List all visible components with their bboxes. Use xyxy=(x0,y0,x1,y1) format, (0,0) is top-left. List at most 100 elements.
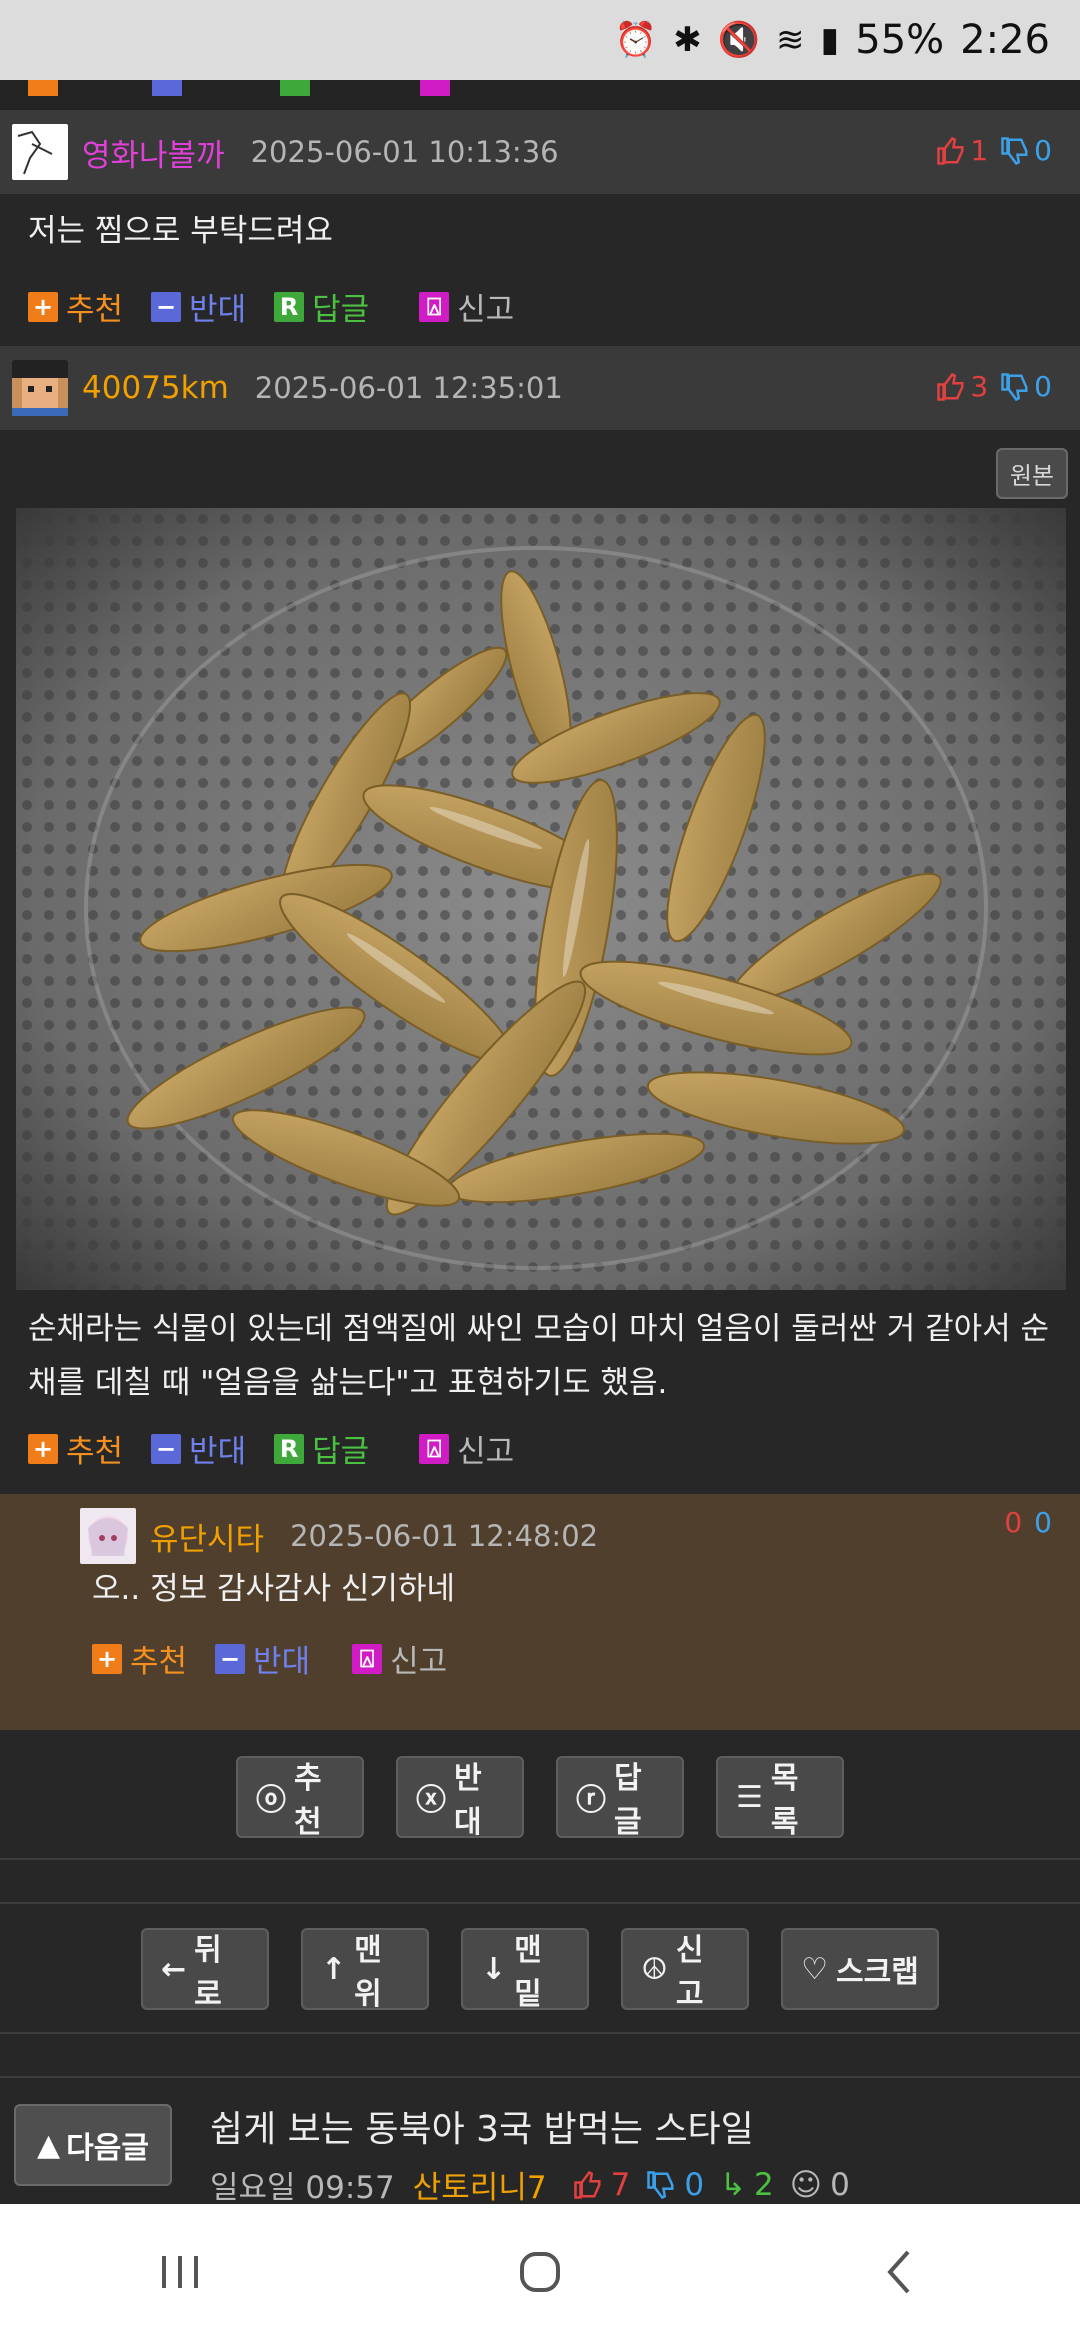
arrow-down-icon: ↓ xyxy=(481,1951,507,1987)
back-button[interactable]: ← 뒤로 xyxy=(141,1928,269,2012)
plus-icon: + xyxy=(28,1433,58,1464)
comment-body: 순채라는 식물이 있는데 점액질에 싸인 모습이 마치 얼음이 둘러싼 거 같아… xyxy=(28,1311,1050,1401)
scrap-button[interactable]: ♡ 스크랩 xyxy=(781,1928,939,2010)
upvote-count: 1 xyxy=(970,134,989,167)
divider xyxy=(0,2032,1080,2034)
clock: 2:26 xyxy=(960,17,1050,63)
battery-level: 55% xyxy=(855,17,945,63)
recommend-button[interactable]: + 추천 xyxy=(28,1426,123,1471)
next-post: ▲ 다음글 쉽게 보는 동북아 3국 밥먹는 스타일 일요일 09:57 산토리니… xyxy=(0,2078,1080,2207)
reply-button[interactable]: R 답글 xyxy=(274,1426,369,1471)
nested-reply: 유단시타 2025-06-01 12:48:02 0 0 오.. 정보 감사감사… xyxy=(0,1494,1080,1730)
post-reply-button[interactable]: ⓡ 답글 xyxy=(556,1756,684,1840)
report-button[interactable]: ⍓ 신고 xyxy=(352,1636,447,1681)
next-post-extra: 0 xyxy=(830,2166,850,2203)
status-bar: ⏰ ✱ 🔇 ≋ ▮ 55% 2:26 xyxy=(0,0,1080,80)
siren-icon: ☮ xyxy=(641,1951,668,1987)
previous-actions-peek xyxy=(0,80,1080,110)
comment-header: 40075km 2025-06-01 12:35:01 3 0 xyxy=(0,346,1080,430)
reply-body: 오.. 정보 감사감사 신기하네 xyxy=(92,1571,455,1607)
comment-votes: 1 0 xyxy=(936,134,1052,167)
reply-icon: R xyxy=(274,1433,305,1464)
recommend-button[interactable]: + 추천 xyxy=(28,284,123,329)
report-button[interactable]: ⍓ 신고 xyxy=(419,284,514,329)
triangle-up-icon: ▲ xyxy=(37,2127,61,2163)
comment-header: 영화나볼까 2025-06-01 10:13:36 1 0 xyxy=(0,110,1080,194)
downvote-count: 0 xyxy=(1034,1506,1052,1539)
oppose-button[interactable]: − 반대 xyxy=(215,1636,310,1681)
thumbs-down-icon xyxy=(1001,136,1028,165)
oppose-button[interactable]: − 반대 xyxy=(151,1426,246,1471)
reply-button[interactable]: R 답글 xyxy=(274,284,369,329)
comment-votes: 3 0 xyxy=(936,370,1052,403)
smile-icon: ☺ xyxy=(789,2166,823,2203)
plus-icon: + xyxy=(92,1643,122,1674)
plus-icon: + xyxy=(28,291,58,322)
avatar[interactable] xyxy=(12,360,68,416)
alarm-icon: ⏰ xyxy=(614,20,658,60)
reply-actions: + 추천 − 반대 ⍓ 신고 xyxy=(92,1636,475,1681)
top-button[interactable]: ↑ 맨위 xyxy=(301,1928,429,2012)
reply-votes: 0 0 xyxy=(1004,1506,1052,1539)
next-post-replies: 2 xyxy=(754,2166,774,2203)
comment-nickname[interactable]: 영화나볼까 xyxy=(82,130,225,175)
back-nav-icon[interactable] xyxy=(870,2242,930,2302)
siren-icon: ⍓ xyxy=(352,1643,383,1674)
reply-arrow-icon: ↳ xyxy=(720,2166,747,2203)
comment-photo[interactable] xyxy=(16,508,1066,1290)
wifi-icon: ≋ xyxy=(776,20,805,60)
divider xyxy=(0,1858,1080,1860)
circle-o-icon: ⓞ xyxy=(256,1783,286,1818)
recent-apps-icon[interactable] xyxy=(150,2242,210,2302)
next-post-meta: 일요일 09:57 산토리니7 7 0 ↳ 2 ☺ 0 xyxy=(210,2162,850,2207)
system-navigation-bar xyxy=(0,2204,1080,2340)
minus-icon: − xyxy=(151,1433,182,1464)
avatar[interactable] xyxy=(12,124,68,180)
comment-body: 저는 찜으로 부탁드려요 xyxy=(28,213,333,249)
signal-icon: ▮ xyxy=(820,20,840,60)
oppose-button[interactable]: − 반대 xyxy=(151,284,246,329)
comment-date: 2025-06-01 12:35:01 xyxy=(254,371,563,405)
post-oppose-button[interactable]: ⓧ 반대 xyxy=(396,1756,524,1840)
reply-icon: R xyxy=(274,291,305,322)
next-post-button[interactable]: ▲ 다음글 xyxy=(14,2104,172,2186)
next-post-author[interactable]: 산토리니7 xyxy=(413,2162,547,2207)
circle-x-icon: ⓧ xyxy=(416,1783,446,1818)
mute-icon: 🔇 xyxy=(717,20,761,60)
arrow-up-icon: ↑ xyxy=(321,1951,347,1987)
post-report-button[interactable]: ☮ 신고 xyxy=(621,1928,749,2012)
next-post-down: 0 xyxy=(684,2166,705,2203)
thumbs-down-icon xyxy=(1001,372,1028,401)
divider xyxy=(0,1902,1080,1904)
circle-r-icon: ⓡ xyxy=(576,1783,606,1818)
thumbs-up-icon xyxy=(937,372,964,401)
arrow-left-icon: ← xyxy=(161,1951,187,1987)
post-recommend-button[interactable]: ⓞ 추천 xyxy=(236,1756,364,1840)
bottom-button[interactable]: ↓ 맨밑 xyxy=(461,1928,589,2012)
heart-icon: ♡ xyxy=(801,1951,829,1987)
siren-icon: ⍓ xyxy=(419,1433,450,1464)
minus-icon: − xyxy=(151,291,182,322)
thumbs-up-icon xyxy=(573,2170,601,2199)
home-icon[interactable] xyxy=(510,2242,570,2302)
minus-icon: − xyxy=(215,1643,246,1674)
next-post-title[interactable]: 쉽게 보는 동북아 3국 밥먹는 스타일 xyxy=(210,2100,754,2152)
avatar[interactable] xyxy=(80,1508,136,1564)
comment-actions: + 추천 − 반대 R 답글 ⍓ 신고 xyxy=(28,1426,542,1471)
recommend-button[interactable]: + 추천 xyxy=(92,1636,187,1681)
comment-actions: + 추천 − 반대 R 답글 ⍓ 신고 xyxy=(28,284,542,329)
comment-date: 2025-06-01 10:13:36 xyxy=(250,135,559,169)
navigation-buttons: ← 뒤로 ↑ 맨위 ↓ 맨밑 ☮ 신고 ♡ 스크랩 xyxy=(0,1928,1080,2012)
thumbs-down-icon xyxy=(647,2170,674,2199)
reply-header: 유단시타 2025-06-01 12:48:02 xyxy=(80,1508,598,1564)
original-image-button[interactable]: 원본 xyxy=(995,448,1068,499)
next-post-time: 일요일 09:57 xyxy=(210,2170,395,2206)
list-button[interactable]: ☰ 목록 xyxy=(716,1756,844,1840)
post-action-buttons: ⓞ 추천 ⓧ 반대 ⓡ 답글 ☰ 목록 xyxy=(0,1756,1080,1840)
siren-icon: ⍓ xyxy=(419,291,450,322)
downvote-count: 0 xyxy=(1034,134,1052,167)
comment-nickname[interactable]: 40075km xyxy=(82,370,229,406)
report-button[interactable]: ⍓ 신고 xyxy=(419,1426,514,1471)
downvote-count: 0 xyxy=(1034,370,1052,403)
reply-nickname[interactable]: 유단시타 xyxy=(150,1514,264,1559)
